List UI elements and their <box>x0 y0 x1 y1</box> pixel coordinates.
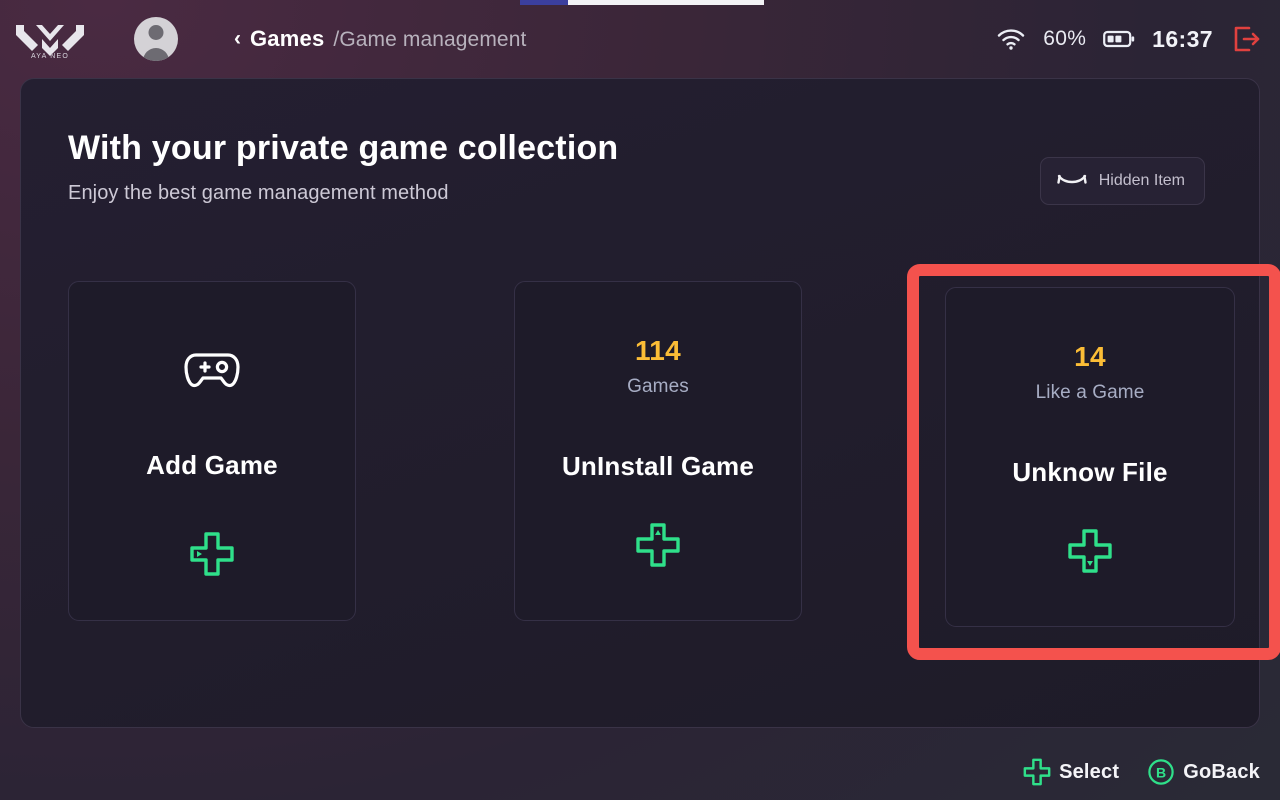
dpad-left-icon-slot <box>189 531 235 577</box>
footer-hints: Select B GoBack <box>1023 758 1260 786</box>
card-row: Add Game 114 Games UnInstall Game 14 Lik… <box>68 259 1280 679</box>
dpad-down-icon <box>1068 529 1112 573</box>
avatar-body <box>143 48 169 61</box>
card-add-game[interactable]: Add Game <box>68 281 356 621</box>
page-subtitle: Enjoy the best game management method <box>68 182 449 204</box>
card-uninstall-game[interactable]: 114 Games UnInstall Game <box>514 281 802 621</box>
wifi-icon <box>998 29 1025 50</box>
card-count-label-uninstall: Games <box>627 376 689 397</box>
eye-closed-icon <box>1057 174 1087 184</box>
header-bar: AYA NEO ‹ Games /Game management 60% 16:… <box>0 0 1280 78</box>
dpad-up-icon <box>636 523 680 567</box>
power-exit-button[interactable] <box>1230 24 1262 54</box>
card-title-uninstall-game: UnInstall Game <box>561 451 755 481</box>
hint-goback-label: GoBack <box>1183 760 1260 783</box>
battery-icon <box>1103 30 1135 48</box>
clock: 16:37 <box>1152 25 1213 52</box>
card-title-unknow-file: Unknow File <box>1012 457 1168 487</box>
page-title: With your private game collection <box>68 129 619 167</box>
card-slot-uninstall-game: 114 Games UnInstall Game <box>514 259 874 679</box>
button-b-icon: B <box>1148 759 1174 785</box>
aya-neo-logo: AYA NEO <box>16 25 84 59</box>
content-panel: With your private game collection Enjoy … <box>20 78 1280 728</box>
back-chevron-icon[interactable]: ‹ <box>234 28 241 49</box>
power-exit-icon <box>1234 26 1260 52</box>
breadcrumb-current[interactable]: Games <box>250 26 324 52</box>
card-slot-add-game: Add Game <box>68 259 428 679</box>
gamepad-icon-slot <box>183 350 241 392</box>
card-count-label-unknow: Like a Game <box>1035 382 1145 403</box>
hidden-item-button[interactable]: Hidden Item <box>1039 157 1205 205</box>
breadcrumb-path: /Game management <box>333 28 527 51</box>
hint-goback[interactable]: B GoBack <box>1147 758 1260 786</box>
card-count-unknow: 14 <box>1074 341 1106 372</box>
hint-select[interactable]: Select <box>1023 758 1119 786</box>
card-count-uninstall: 114 <box>634 335 682 366</box>
dpad-down-icon-slot <box>1067 528 1113 574</box>
card-title-add-game: Add Game <box>146 450 278 480</box>
dpad-up-icon-slot <box>635 522 681 568</box>
svg-text:AYA NEO: AYA NEO <box>31 53 69 59</box>
card-unknow-file[interactable]: 14 Like a Game Unknow File <box>945 287 1235 627</box>
panel-header: With your private game collection Enjoy … <box>68 129 618 205</box>
hint-select-label: Select <box>1059 760 1120 783</box>
dpad-icon <box>1023 758 1051 786</box>
dpad-left-icon <box>190 532 234 576</box>
status-area: 60% 16:37 <box>996 24 1262 54</box>
avatar-head <box>148 25 164 40</box>
breadcrumb: ‹ Games /Game management <box>234 26 526 52</box>
avatar[interactable] <box>134 17 178 61</box>
gamepad-icon <box>184 353 240 388</box>
hidden-item-label: Hidden Item <box>1098 172 1185 189</box>
battery-percent: 60% <box>1043 27 1087 50</box>
card-slot-unknow-file: 14 Like a Game Unknow File <box>901 259 1280 679</box>
svg-text:B: B <box>1156 764 1166 780</box>
